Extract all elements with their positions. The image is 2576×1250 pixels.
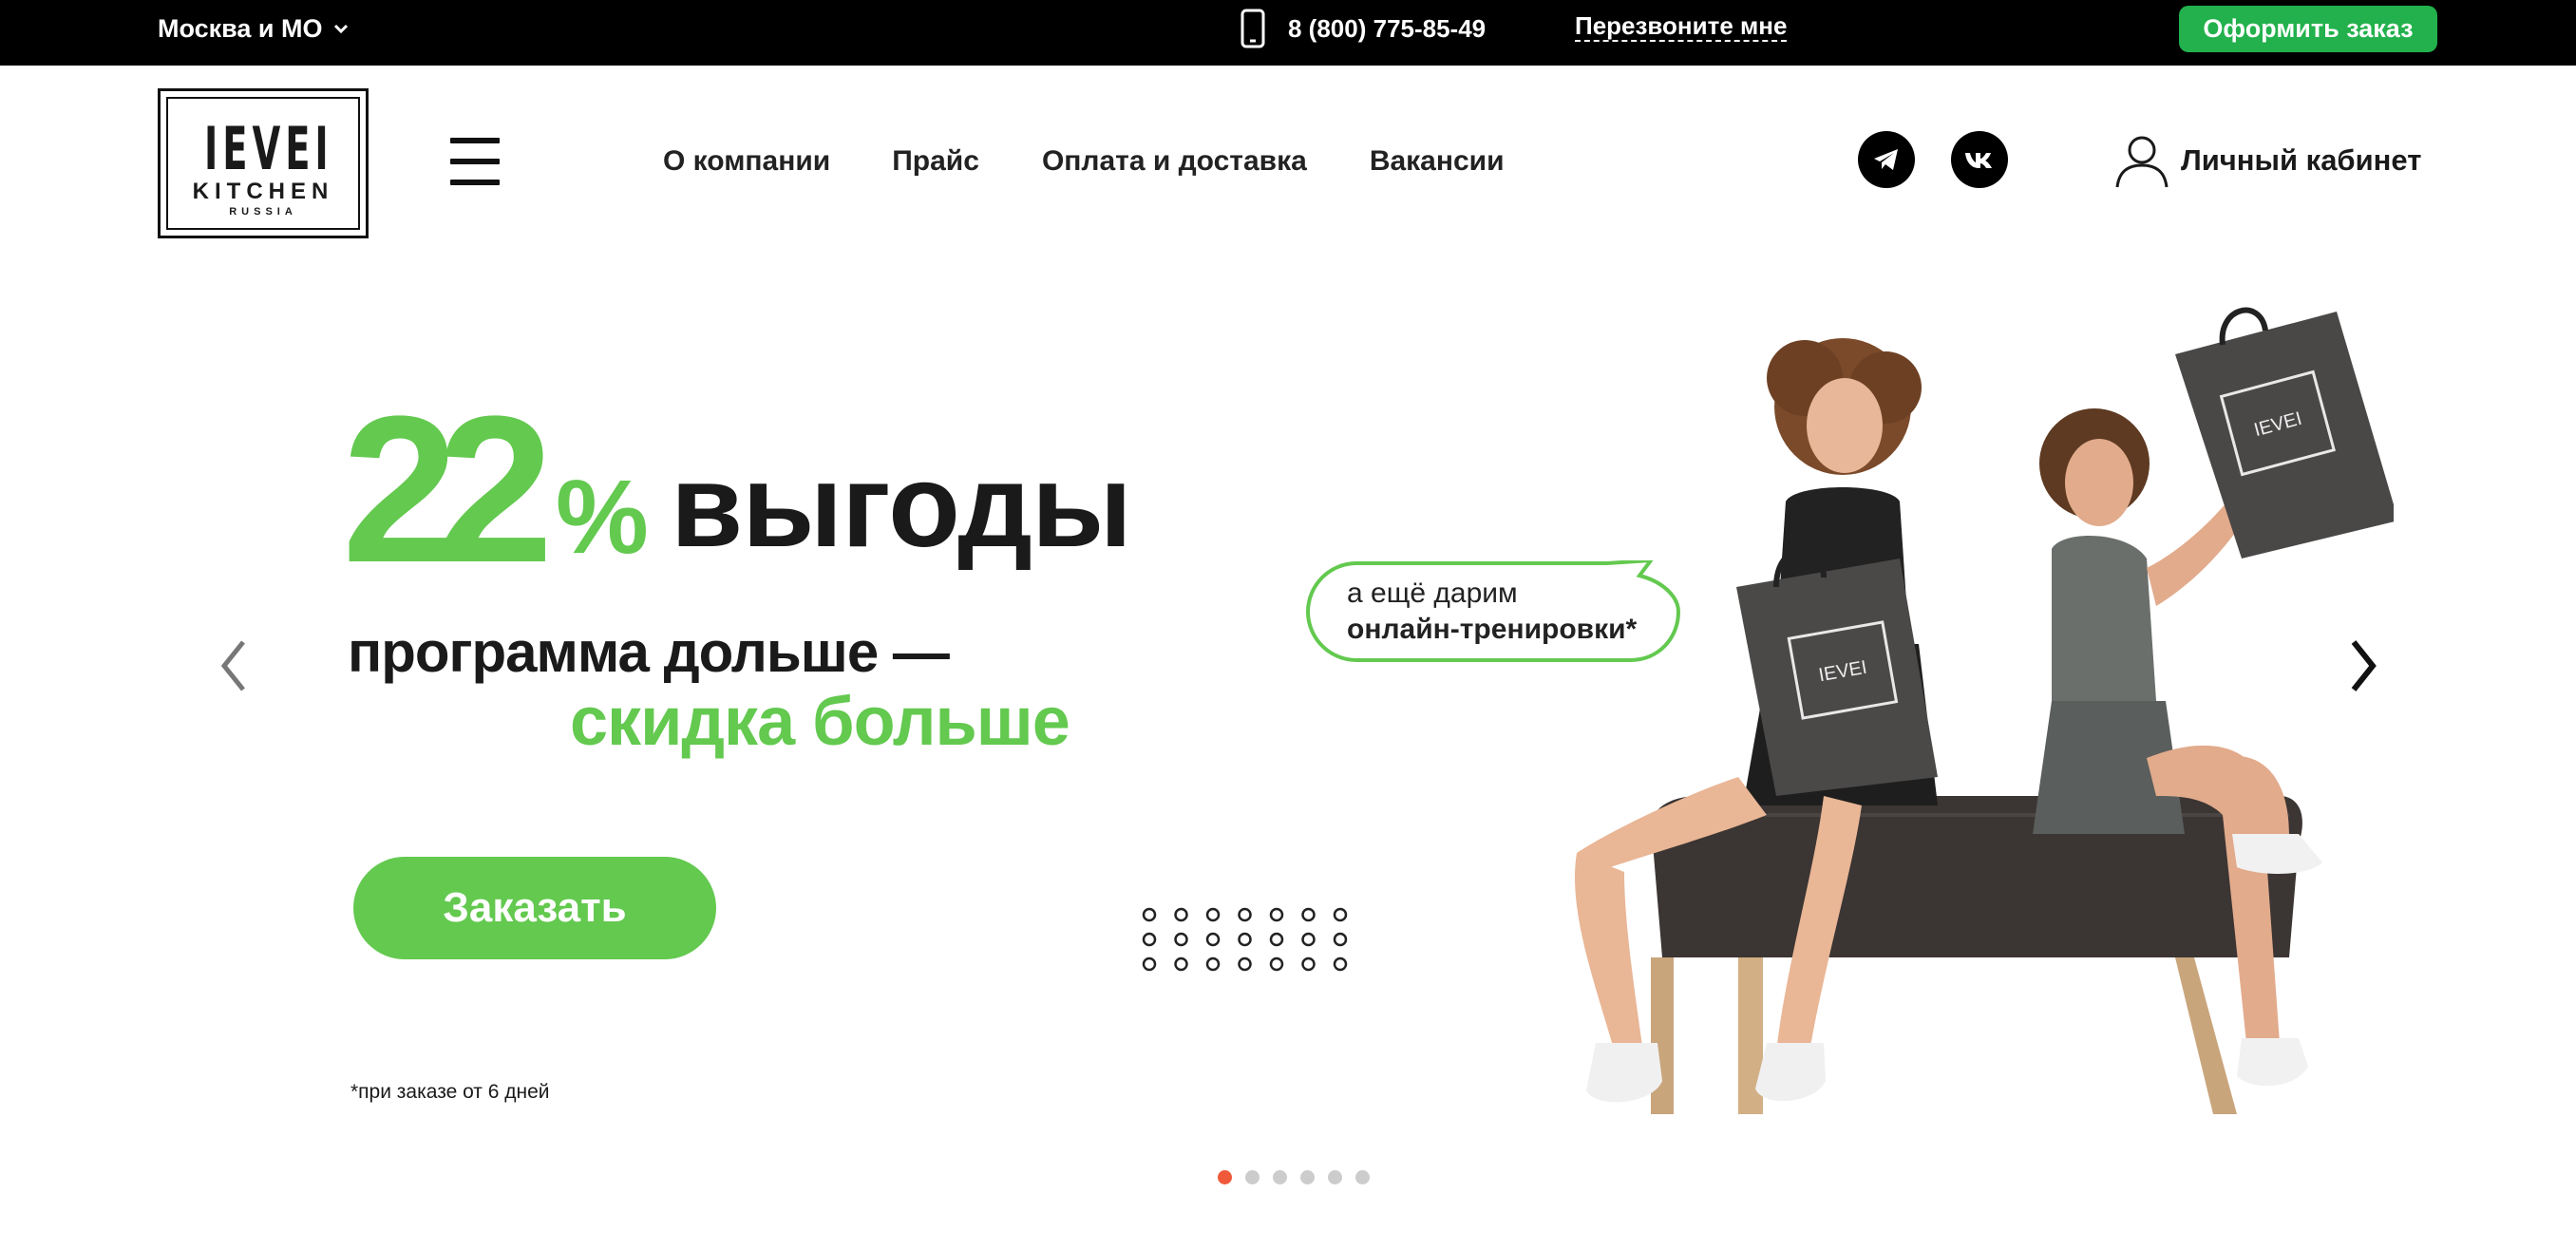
hero-photo: IEVEI IEVEI — [1539, 302, 2394, 1114]
decor-dots-pattern — [1142, 907, 1348, 972]
nav-item-vacancies[interactable]: Вакансии — [1370, 142, 1505, 180]
nav-item-company[interactable]: О компании — [663, 142, 830, 180]
checkout-button[interactable]: Оформить заказ — [2179, 6, 2437, 52]
logo-frame: IEVEI KITCHEN RUSSIA — [166, 97, 360, 230]
hero-footnote: *при заказе от 6 дней — [350, 1081, 550, 1103]
bubble-text-line1: а ещё дарим — [1347, 578, 1518, 609]
chevron-down-icon — [333, 24, 348, 34]
hero-subtitle-line2: скидка больше — [570, 684, 1070, 760]
slider-prev-arrow[interactable] — [215, 634, 253, 697]
nav-item-payment-delivery[interactable]: Оплата и доставка — [1042, 142, 1307, 180]
discount-number: 22 — [342, 372, 554, 606]
vk-icon[interactable] — [1951, 131, 2008, 188]
phone-block: 8 (800) 775-85-49 — [1241, 9, 1486, 48]
order-button[interactable]: Заказать — [353, 857, 716, 959]
top-bar: Москва и МО 8 (800) 775-85-49 Перезвонит… — [0, 0, 2576, 66]
logo-level-text: IEVEI — [204, 114, 333, 183]
logo-russia-text: RUSSIA — [229, 206, 297, 218]
telegram-icon[interactable] — [1858, 131, 1915, 188]
account-link[interactable]: Личный кабинет — [2114, 133, 2421, 188]
user-icon — [2115, 136, 2169, 188]
region-selector[interactable]: Москва и МО — [158, 0, 350, 57]
callback-link[interactable]: Перезвоните мне — [1575, 11, 1788, 42]
logo-kitchen-text: KITCHEN — [192, 179, 334, 204]
account-label: Личный кабинет — [2181, 143, 2422, 177]
phone-number-link[interactable]: 8 (800) 775-85-49 — [1288, 14, 1486, 44]
slider-dot[interactable] — [1218, 1170, 1232, 1184]
slider-dot[interactable] — [1300, 1170, 1315, 1184]
phone-icon — [1241, 9, 1265, 48]
hero-subtitle-line1: программа дольше — — [348, 620, 950, 684]
slider-dot[interactable] — [1245, 1170, 1260, 1184]
menu-burger-icon[interactable] — [450, 138, 500, 189]
nav-item-price[interactable]: Прайс — [892, 142, 979, 180]
site-logo[interactable]: IEVEI KITCHEN RUSSIA — [158, 88, 369, 238]
slider-pagination — [1218, 1170, 1370, 1184]
discount-percent-sign: % — [556, 459, 649, 576]
slider-dot[interactable] — [1355, 1170, 1370, 1184]
region-label: Москва и МО — [158, 14, 323, 43]
slider-dot[interactable] — [1273, 1170, 1287, 1184]
slider-dot[interactable] — [1328, 1170, 1342, 1184]
hero-title: выгоды — [671, 441, 1132, 572]
main-nav: О компании Прайс Оплата и доставка Вакан… — [663, 142, 1505, 180]
